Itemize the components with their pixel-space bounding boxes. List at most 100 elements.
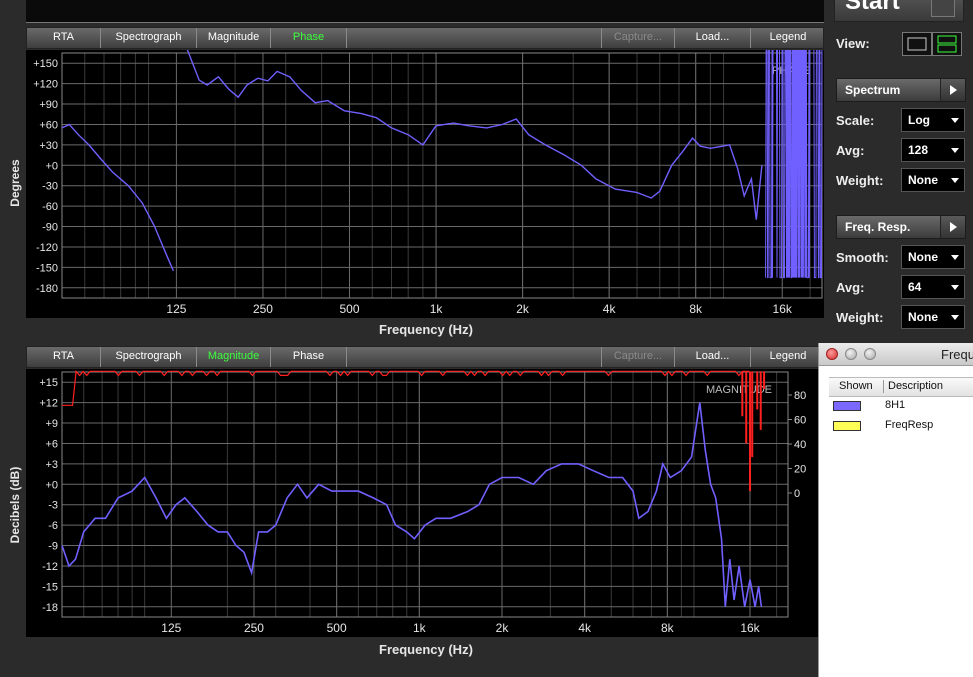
x-tick-label: 250 [253, 302, 273, 316]
coherence-tick-label: 40 [794, 439, 806, 451]
start-indicator [931, 0, 955, 17]
y-tick-label: +60 [39, 119, 58, 131]
tab-phase-bottom[interactable]: Phase [271, 347, 347, 367]
x-tick-label: 1k [430, 302, 444, 316]
y-tick-label: +15 [39, 377, 58, 389]
legend-window: Frequ Shown Description 8H1 FreqResp [818, 343, 973, 677]
y-tick-label: +90 [39, 99, 58, 111]
coherence-trace [62, 369, 750, 406]
coherence-tick-label: 20 [794, 464, 806, 476]
x-tick-label: 8k [661, 621, 675, 635]
magnitude-y-axis-label: Decibels (dB) [8, 466, 22, 544]
y-tick-label: +6 [45, 438, 58, 450]
y-tick-label: +120 [33, 79, 58, 91]
magnitude-graph[interactable]: +15 +12 +9 +6 +3 +0 -3 -6 -9 -12 -15 -18 125 250 500 1k… [26, 369, 818, 637]
legend-row-name: FreqResp [885, 419, 934, 431]
avg-label: Avg: [836, 143, 865, 158]
top-strip [26, 0, 824, 23]
scale-select[interactable]: Log [901, 108, 965, 132]
tab-magnitude-bottom[interactable]: Magnitude [197, 347, 271, 367]
tab-spectrograph-bottom[interactable]: Spectrograph [101, 347, 197, 367]
x-tick-label: 1k [413, 621, 427, 635]
coherence-tick-label: 0 [794, 488, 800, 500]
zoom-window-icon[interactable] [864, 348, 876, 360]
phase-graph[interactable]: +150 +120 +90 +60 +30 +0 -30 -60 -90 -120 -150 -180… [26, 45, 824, 318]
y-tick-label: -150 [36, 262, 58, 274]
legend-window-titlebar[interactable]: Frequ [819, 343, 973, 366]
x-tick-label: 125 [161, 621, 181, 635]
y-tick-label: -18 [42, 602, 58, 614]
start-label: Start [845, 0, 900, 15]
y-tick-label: -30 [42, 181, 58, 193]
fr-avg-label: Avg: [836, 280, 865, 295]
phase-x-axis-label: Frequency (Hz) [379, 322, 473, 337]
x-tick-label: 4k [603, 302, 617, 316]
magnitude-graph-panel: +15 +12 +9 +6 +3 +0 -3 -6 -9 -12 -15 -18 125 250 500 1k… [26, 369, 818, 637]
single-view-icon [907, 37, 927, 51]
x-tick-label: 125 [166, 302, 186, 316]
magnitude-tabbar: RTA Spectrograph Magnitude Phase Capture… [26, 346, 824, 368]
col-shown-header[interactable]: Shown [839, 380, 873, 392]
legend-button-bottom[interactable]: Legend [751, 347, 825, 367]
y-tick-label: -120 [36, 242, 58, 254]
scale-label: Scale: [836, 113, 875, 128]
spectrum-section-button[interactable]: Spectrum [836, 78, 966, 102]
start-button[interactable]: Start [834, 0, 964, 22]
phase-tabbar: RTA Spectrograph Magnitude Phase Capture… [26, 27, 824, 49]
x-tick-label: 2k [516, 302, 530, 316]
avg-select[interactable]: 128 [901, 138, 965, 162]
legend-row[interactable]: FreqResp [829, 419, 973, 435]
legend-button[interactable]: Legend [751, 28, 825, 48]
freq-resp-section-button[interactable]: Freq. Resp. [836, 215, 966, 239]
x-tick-label: 500 [339, 302, 359, 316]
play-arrow-icon [940, 79, 965, 101]
weight-select[interactable]: None [901, 168, 965, 192]
legend-swatch[interactable] [833, 421, 861, 431]
view-label: View: [836, 36, 870, 51]
capture-button[interactable]: Capture... [601, 28, 675, 48]
col-description-header[interactable]: Description [888, 380, 943, 392]
view-split-button[interactable] [932, 32, 962, 56]
coherence-tick-label: 60 [794, 415, 806, 427]
tab-magnitude[interactable]: Magnitude [197, 28, 271, 48]
y-tick-label: +9 [45, 418, 58, 430]
tab-rta[interactable]: RTA [27, 28, 101, 48]
y-tick-label: -180 [36, 283, 58, 295]
view-single-button[interactable] [902, 32, 932, 56]
spectrum-label: Spectrum [845, 83, 901, 97]
y-tick-label: -90 [42, 222, 58, 234]
y-tick-label: +12 [39, 398, 58, 410]
y-tick-label: -6 [48, 520, 58, 532]
legend-swatch[interactable] [833, 401, 861, 411]
tab-rta-bottom[interactable]: RTA [27, 347, 101, 367]
y-tick-label: -12 [42, 561, 58, 573]
capture-button-bottom[interactable]: Capture... [601, 347, 675, 367]
load-button-bottom[interactable]: Load... [675, 347, 751, 367]
freq-resp-label: Freq. Resp. [845, 220, 911, 234]
x-tick-label: 8k [689, 302, 703, 316]
x-tick-label: 4k [578, 621, 592, 635]
y-tick-label: -15 [42, 581, 58, 593]
y-tick-label: +0 [45, 479, 58, 491]
smooth-label: Smooth: [836, 250, 889, 265]
legend-row[interactable]: 8H1 [829, 399, 973, 415]
fr-weight-select[interactable]: None [901, 305, 965, 329]
tab-phase[interactable]: Phase [271, 28, 347, 48]
phase-graph-panel: +150 +120 +90 +60 +30 +0 -30 -60 -90 -120 -150 -180… [26, 45, 824, 318]
fr-weight-label: Weight: [836, 310, 884, 325]
y-tick-label: -60 [42, 201, 58, 213]
phase-y-axis-label: Degrees [8, 159, 22, 207]
legend-window-title: Frequ [941, 347, 973, 362]
fr-avg-select[interactable]: 64 [901, 275, 965, 299]
y-tick-label: +0 [45, 160, 58, 172]
minimize-window-icon[interactable] [845, 348, 857, 360]
close-window-icon[interactable] [826, 348, 838, 360]
y-tick-label: +150 [33, 58, 58, 70]
header-divider [883, 380, 884, 393]
magnitude-x-axis-label: Frequency (Hz) [379, 642, 473, 657]
load-button[interactable]: Load... [675, 28, 751, 48]
smooth-select[interactable]: None [901, 245, 965, 269]
y-tick-label: +3 [45, 459, 58, 471]
tab-spectrograph[interactable]: Spectrograph [101, 28, 197, 48]
x-tick-label: 16k [773, 302, 793, 316]
